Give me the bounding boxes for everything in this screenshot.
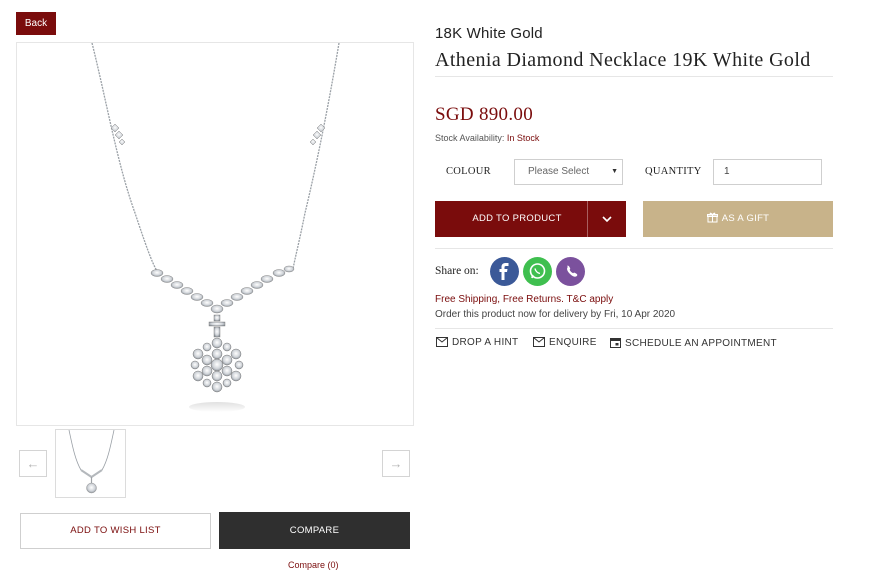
- enquire-label: ENQUIRE: [549, 337, 597, 348]
- product-title: Athenia Diamond Necklace 19K White Gold: [435, 49, 811, 71]
- facebook-icon: [499, 263, 509, 280]
- share-label: Share on:: [435, 265, 479, 277]
- back-button[interactable]: Back: [16, 12, 56, 35]
- drop-a-hint-label: DROP A HINT: [452, 337, 519, 348]
- product-price: SGD 890.00: [435, 104, 534, 125]
- colour-select[interactable]: Please Select ▼: [514, 159, 623, 185]
- delivery-date-text: Order this product now for delivery by F…: [435, 309, 676, 320]
- caret-down-icon: ▼: [611, 168, 618, 175]
- enquire-link[interactable]: ENQUIRE: [533, 337, 597, 348]
- viber-icon: [567, 265, 578, 277]
- product-main-image[interactable]: [16, 42, 414, 426]
- compare-count-link[interactable]: Compare (0): [288, 560, 339, 570]
- necklace-image: [91, 43, 340, 412]
- add-to-product-button[interactable]: ADD TO PRODUCT: [435, 201, 626, 237]
- stock-value: In Stock: [506, 133, 540, 143]
- add-options-dropdown[interactable]: [595, 201, 619, 237]
- facebook-share-button[interactable]: [490, 257, 519, 286]
- envelope-icon: [533, 337, 545, 347]
- whatsapp-icon: [529, 263, 546, 279]
- arrow-right-icon: →: [389, 456, 403, 471]
- gift-icon: [706, 212, 718, 223]
- product-category: 18K White Gold: [435, 25, 543, 42]
- divider: [435, 328, 833, 329]
- stock-label: Stock Availability:: [435, 133, 505, 143]
- schedule-appointment-link[interactable]: SCHEDULE AN APPOINTMENT: [610, 337, 777, 349]
- necklace-thumbnail-icon: [68, 430, 115, 494]
- colour-select-value: Please Select: [528, 166, 590, 177]
- quantity-input[interactable]: 1: [713, 159, 822, 185]
- next-image-button[interactable]: →: [382, 450, 410, 477]
- free-shipping-text: Free Shipping, Free Returns. T&C apply: [435, 294, 614, 305]
- thumbnail-item[interactable]: [55, 429, 126, 498]
- calendar-icon: [610, 338, 621, 348]
- divider: [435, 76, 833, 77]
- divider: [435, 248, 833, 249]
- add-to-product-label: ADD TO PRODUCT: [472, 213, 562, 224]
- arrow-left-icon: ←: [26, 456, 40, 471]
- prev-image-button[interactable]: ←: [19, 450, 47, 477]
- as-a-gift-button[interactable]: AS A GIFT: [643, 201, 833, 237]
- envelope-icon: [436, 337, 448, 347]
- viber-share-button[interactable]: [556, 257, 585, 286]
- drop-a-hint-link[interactable]: DROP A HINT: [436, 337, 518, 348]
- chevron-down-icon: [602, 216, 612, 223]
- stock-availability: Stock Availability: In Stock: [435, 133, 539, 143]
- button-divider: [587, 201, 588, 237]
- whatsapp-share-button[interactable]: [523, 257, 552, 286]
- quantity-label: QUANTITY: [645, 166, 702, 177]
- schedule-appointment-label: SCHEDULE AN APPOINTMENT: [625, 338, 777, 349]
- add-to-wish-list-button[interactable]: ADD TO WISH LIST: [20, 513, 211, 549]
- as-a-gift-label: AS A GIFT: [721, 213, 770, 224]
- colour-label: COLOUR: [446, 166, 491, 177]
- compare-button[interactable]: COMPARE: [219, 512, 410, 549]
